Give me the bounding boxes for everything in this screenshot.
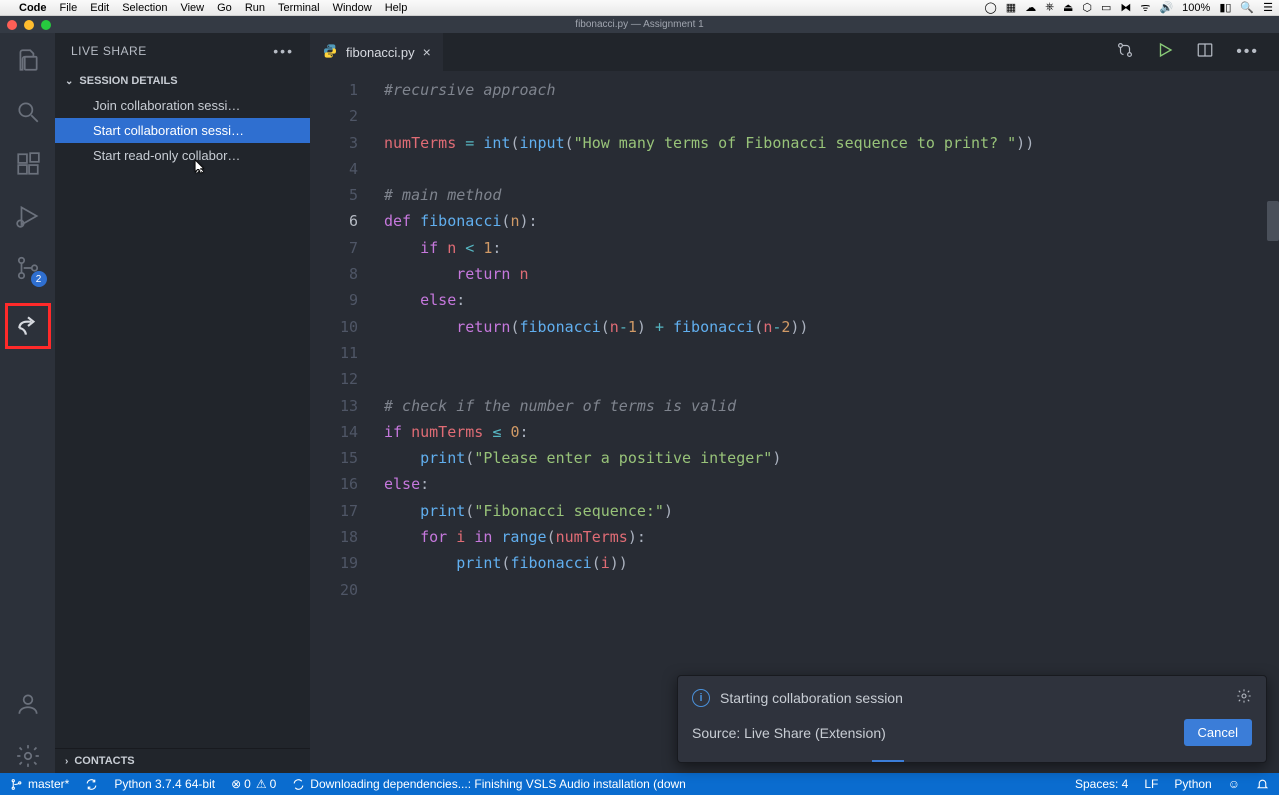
wifi-icon[interactable]: ᯤ	[1140, 0, 1150, 15]
mac-menubar: Code File Edit Selection View Go Run Ter…	[0, 0, 1279, 16]
status-bell-icon[interactable]	[1256, 778, 1269, 791]
menu-terminal[interactable]: Terminal	[278, 2, 320, 14]
status-icon[interactable]: ◯	[984, 1, 996, 14]
search-icon[interactable]	[11, 95, 45, 129]
status-sync-icon[interactable]	[85, 778, 98, 791]
explorer-icon[interactable]	[11, 43, 45, 77]
status-icon[interactable]: ▭	[1101, 1, 1111, 14]
menu-help[interactable]: Help	[385, 2, 408, 14]
close-window-icon[interactable]	[7, 20, 17, 30]
status-icon[interactable]: ⬡	[1082, 1, 1092, 14]
code-editor[interactable]: 1234567891011121314151617181920 #recursi…	[310, 71, 1279, 773]
code-content[interactable]: #recursive approach numTerms = int(input…	[384, 77, 1279, 773]
session-item-start[interactable]: Start collaboration sessi…	[55, 118, 310, 143]
cancel-button[interactable]: Cancel	[1184, 719, 1252, 746]
panel-title: LIVE SHARE	[71, 44, 147, 58]
run-debug-icon[interactable]	[11, 199, 45, 233]
statusbar: master* Python 3.7.4 64-bit ⊗0 ⚠0 Downlo…	[0, 773, 1279, 795]
progress-indicator	[692, 760, 1252, 762]
source-control-icon[interactable]: 2	[11, 251, 45, 285]
notification-title: Starting collaboration session	[720, 690, 903, 706]
status-feedback-icon[interactable]: ☺	[1228, 777, 1240, 791]
window-title: fibonacci.py — Assignment 1	[575, 19, 703, 30]
extensions-icon[interactable]	[11, 147, 45, 181]
menu-edit[interactable]: Edit	[90, 2, 109, 14]
status-download[interactable]: Downloading dependencies...: Finishing V…	[292, 777, 686, 791]
tab-fibonacci[interactable]: fibonacci.py ×	[310, 33, 443, 71]
titlebar: fibonacci.py — Assignment 1	[0, 16, 1279, 33]
section-session-details[interactable]: ⌄ SESSION DETAILS	[55, 69, 310, 93]
session-item-readonly[interactable]: Start read-only collabor…	[55, 143, 310, 168]
editor-area: fibonacci.py × ••• 123456789101112131415…	[310, 33, 1279, 773]
section-label: SESSION DETAILS	[79, 75, 177, 87]
volume-icon[interactable]: 🔊	[1159, 1, 1173, 14]
menu-file[interactable]: File	[60, 2, 78, 14]
compare-changes-icon[interactable]	[1116, 41, 1134, 64]
spotlight-icon[interactable]: 🔍	[1240, 1, 1254, 14]
menu-view[interactable]: View	[180, 2, 204, 14]
sidepanel: LIVE SHARE ••• ⌄ SESSION DETAILS Join co…	[55, 33, 310, 773]
run-icon[interactable]	[1156, 41, 1174, 64]
status-icon[interactable]: ▦	[1006, 1, 1016, 14]
status-problems[interactable]: ⊗0 ⚠0	[231, 777, 276, 791]
menu-go[interactable]: Go	[217, 2, 232, 14]
panel-more-icon[interactable]: •••	[273, 43, 294, 59]
battery-pct[interactable]: 100%	[1182, 2, 1210, 14]
tab-filename: fibonacci.py	[346, 45, 415, 60]
line-gutter: 1234567891011121314151617181920	[310, 77, 384, 773]
notification-source: Source: Live Share (Extension)	[692, 725, 886, 741]
python-file-icon	[322, 43, 338, 62]
battery-icon[interactable]: ▮▯	[1219, 1, 1231, 14]
menu-app[interactable]: Code	[19, 2, 47, 14]
menu-selection[interactable]: Selection	[122, 2, 167, 14]
status-lang[interactable]: Python	[1174, 777, 1211, 791]
menu-extras-icon[interactable]: ☰	[1263, 1, 1273, 14]
tabbar: fibonacci.py × •••	[310, 33, 1279, 71]
contacts-label: CONTACTS	[74, 755, 134, 767]
scrollbar[interactable]	[1267, 71, 1279, 773]
traffic-lights[interactable]	[7, 20, 51, 30]
status-spaces[interactable]: Spaces: 4	[1075, 777, 1128, 791]
chevron-down-icon: ⌄	[65, 76, 73, 87]
editor-more-icon[interactable]: •••	[1236, 43, 1259, 61]
status-icon[interactable]: ⏏	[1063, 1, 1073, 14]
notification-gear-icon[interactable]	[1236, 688, 1252, 707]
status-eol[interactable]: LF	[1144, 777, 1158, 791]
notification-toast: i Starting collaboration session Source:…	[677, 675, 1267, 763]
status-icon[interactable]: ☁	[1025, 1, 1036, 14]
status-branch[interactable]: master*	[10, 777, 69, 791]
section-contacts[interactable]: › CONTACTS	[55, 749, 310, 773]
status-python[interactable]: Python 3.7.4 64-bit	[114, 777, 215, 791]
chevron-right-icon: ›	[65, 756, 68, 767]
scm-badge: 2	[31, 271, 47, 287]
menu-run[interactable]: Run	[245, 2, 265, 14]
split-editor-icon[interactable]	[1196, 41, 1214, 64]
zoom-window-icon[interactable]	[41, 20, 51, 30]
status-icon[interactable]: ⎈	[1045, 1, 1054, 14]
activitybar: 2	[0, 33, 55, 773]
account-icon[interactable]	[11, 687, 45, 721]
settings-gear-icon[interactable]	[11, 739, 45, 773]
session-item-join[interactable]: Join collaboration sessi…	[55, 93, 310, 118]
info-icon: i	[692, 689, 710, 707]
live-share-icon[interactable]	[5, 303, 51, 349]
close-tab-icon[interactable]: ×	[423, 44, 431, 60]
menu-window[interactable]: Window	[333, 2, 372, 14]
minimize-window-icon[interactable]	[24, 20, 34, 30]
bluetooth-icon[interactable]: ⧓	[1120, 1, 1131, 14]
